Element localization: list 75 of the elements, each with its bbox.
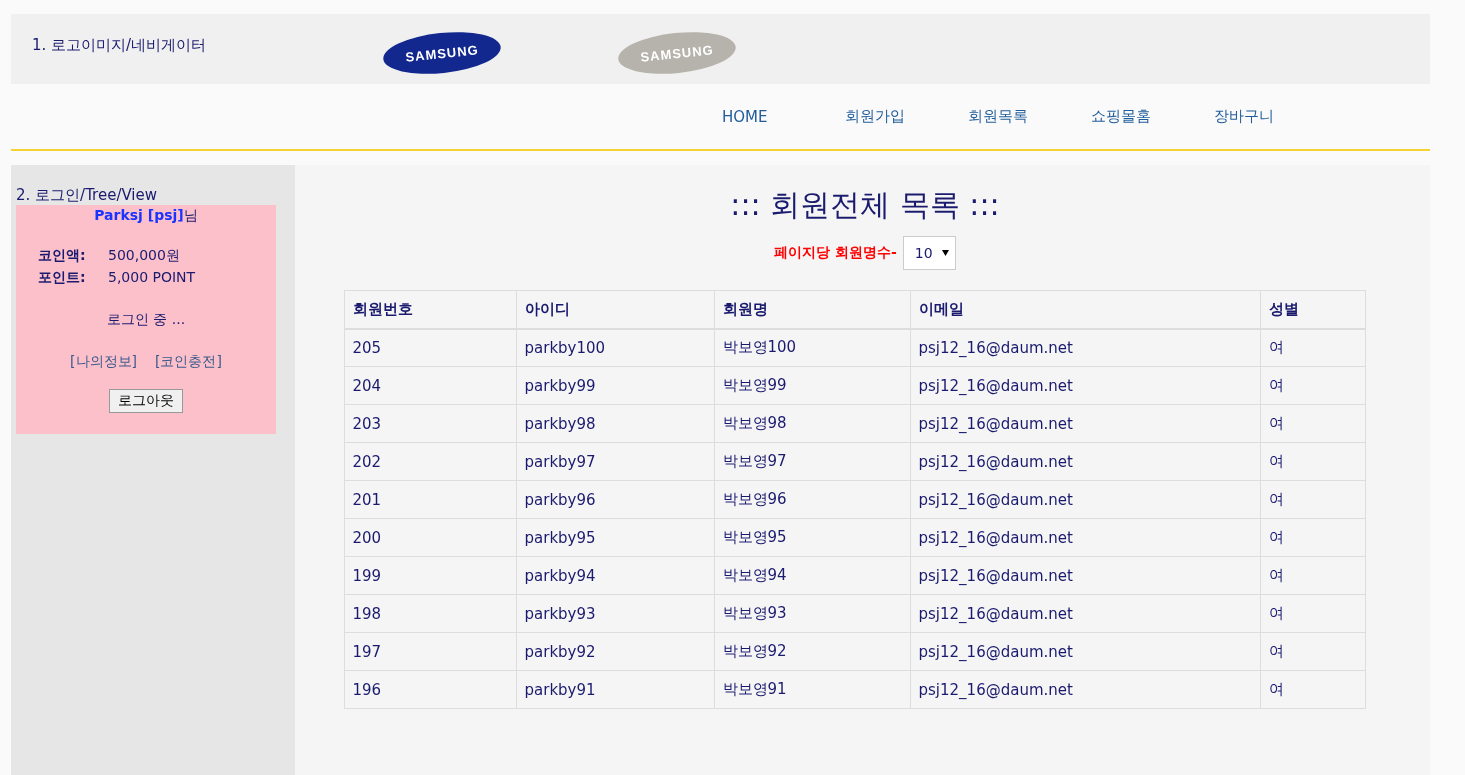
table-cell: 196 [344, 670, 516, 709]
sidebar-link[interactable]: [나의정보] [70, 353, 137, 371]
info-value: 500,000원 [108, 247, 181, 265]
table-cell: psj12_16@daum.net [910, 556, 1260, 595]
user-name: Parksj [psj]님 [93, 207, 199, 225]
table-cell: 204 [344, 366, 516, 405]
table-cell: 박보영100 [714, 328, 910, 367]
column-header: 성별 [1260, 290, 1365, 329]
table-cell: 박보영95 [714, 518, 910, 557]
table-cell: parkby95 [516, 518, 714, 557]
logout-button[interactable]: 로그아웃 [109, 389, 183, 413]
table-cell: parkby100 [516, 328, 714, 367]
table-cell: 여 [1260, 328, 1365, 367]
column-header: 회원명 [714, 290, 910, 329]
table-cell: 박보영93 [714, 594, 910, 633]
header-title: 1. 로고이미지/네비게이터 [32, 36, 208, 55]
table-cell: parkby94 [516, 556, 714, 595]
table-cell: 여 [1260, 556, 1365, 595]
table-cell: psj12_16@daum.net [910, 518, 1260, 557]
table-cell: psj12_16@daum.net [910, 480, 1260, 519]
login-status: 로그인 중 ... [105, 311, 187, 329]
table-cell: 198 [344, 594, 516, 633]
table-cell: 여 [1260, 670, 1365, 709]
table-cell: 202 [344, 442, 516, 481]
table-cell: 여 [1260, 442, 1365, 481]
table-cell: 여 [1260, 366, 1365, 405]
column-header: 이메일 [910, 290, 1260, 329]
table-cell: 박보영91 [714, 670, 910, 709]
caret-icon [941, 250, 949, 256]
info-value: 5,000 POINT [108, 269, 197, 287]
table-cell: 여 [1260, 518, 1365, 557]
info-label: 코인액: [38, 247, 87, 265]
nav-link[interactable]: HOME [690, 107, 813, 126]
table-cell: 박보영98 [714, 404, 910, 443]
table-cell: psj12_16@daum.net [910, 404, 1260, 443]
column-header: 아이디 [516, 290, 714, 329]
table-cell: 199 [344, 556, 516, 595]
per-page-label: 페이지당 회원명수- [774, 244, 897, 262]
table-cell: psj12_16@daum.net [910, 632, 1260, 671]
table-cell: psj12_16@daum.net [910, 442, 1260, 481]
sidebar-title: 2. 로그인/Tree/View [16, 186, 159, 205]
nav-link[interactable]: 쇼핑몰홈 [1059, 107, 1182, 126]
table-cell: 여 [1260, 404, 1365, 443]
table-cell: parkby97 [516, 442, 714, 481]
table-cell: parkby93 [516, 594, 714, 633]
table-cell: 박보영94 [714, 556, 910, 595]
table-cell: psj12_16@daum.net [910, 594, 1260, 633]
sidebar-link[interactable]: [코인충전] [155, 353, 222, 371]
table-cell: 197 [344, 632, 516, 671]
table-cell: 205 [344, 328, 516, 367]
table-cell: psj12_16@daum.net [910, 670, 1260, 709]
info-label: 포인트: [38, 269, 87, 287]
table-cell: parkby98 [516, 404, 714, 443]
table-cell: parkby92 [516, 632, 714, 671]
table-cell: 203 [344, 404, 516, 443]
table-cell: 여 [1260, 632, 1365, 671]
page-title: ::: 회원전체 목록 ::: [729, 186, 1000, 224]
nav-link[interactable]: 회원가입 [813, 107, 936, 126]
table-cell: 박보영92 [714, 632, 910, 671]
table-cell: parkby96 [516, 480, 714, 519]
table-cell: 박보영97 [714, 442, 910, 481]
nav-link[interactable]: 장바구니 [1182, 107, 1305, 126]
column-header: 회원번호 [344, 290, 516, 329]
table-cell: parkby91 [516, 670, 714, 709]
nav-link[interactable]: 회원목록 [936, 107, 1059, 126]
table-cell: 박보영99 [714, 366, 910, 405]
table-cell: 박보영96 [714, 480, 910, 519]
table-cell: psj12_16@daum.net [910, 366, 1260, 405]
table-cell: 여 [1260, 594, 1365, 633]
table-cell: parkby99 [516, 366, 714, 405]
table-cell: 200 [344, 518, 516, 557]
table-cell: 여 [1260, 480, 1365, 519]
table-cell: psj12_16@daum.net [910, 328, 1260, 367]
per-page-select[interactable]: 10 [902, 236, 956, 270]
table-cell: 201 [344, 480, 516, 519]
